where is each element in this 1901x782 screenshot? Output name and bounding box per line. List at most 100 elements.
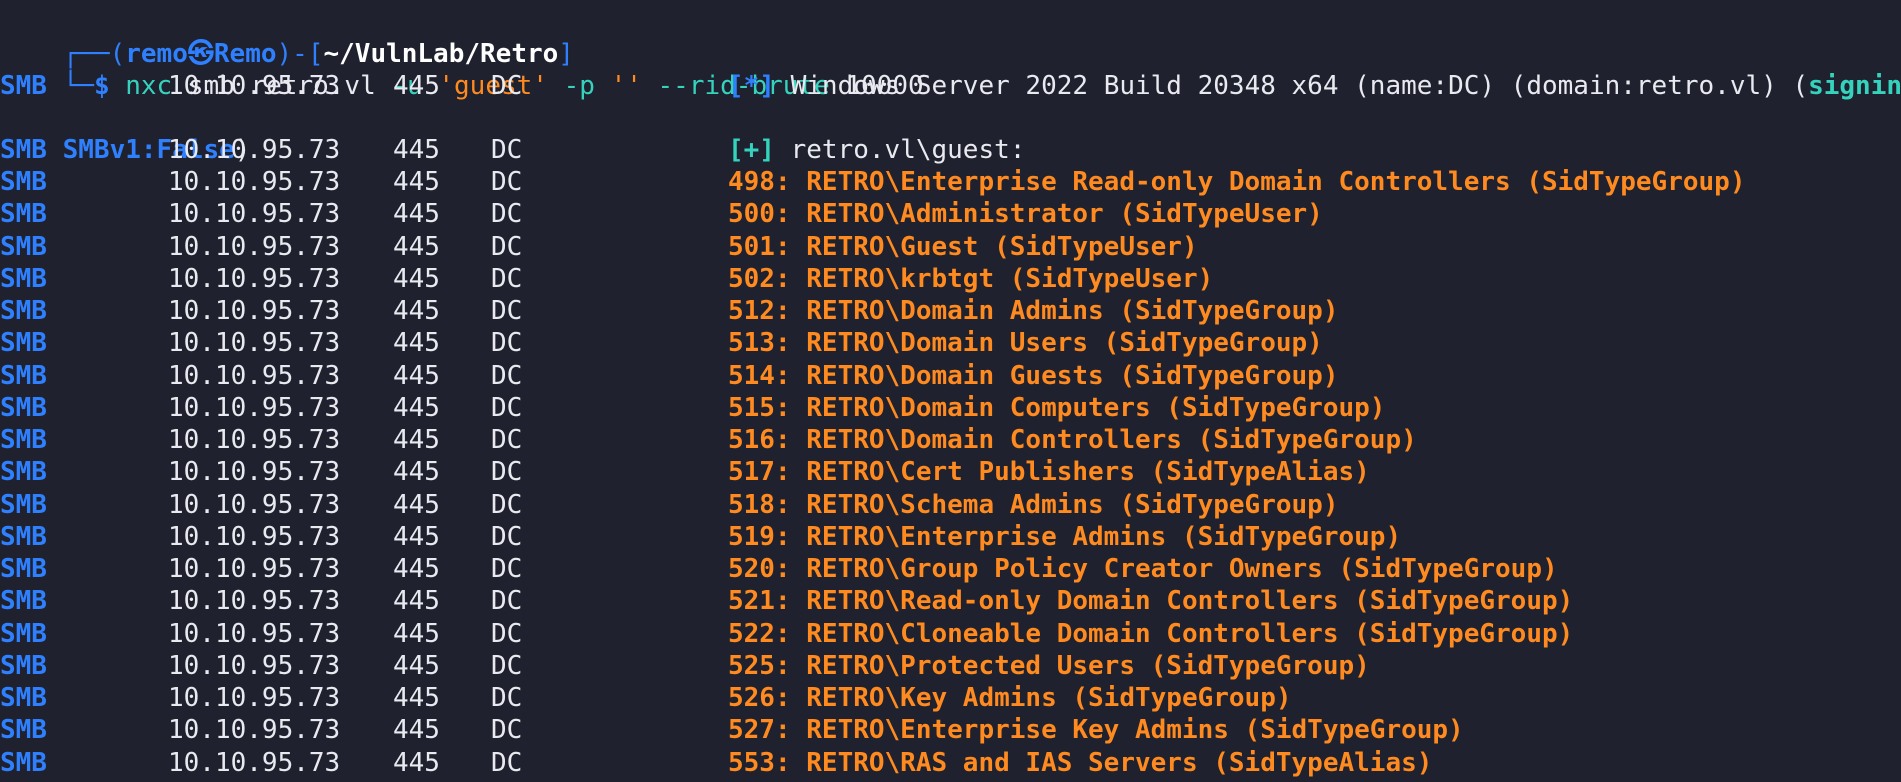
output-port: 445 [393, 425, 440, 455]
rid-row: SMB 10.10.95.73 445 DC 513: RETRO\Domain Use… [0, 327, 1901, 359]
output-port: 445 [393, 135, 440, 165]
output-host: DC [491, 521, 523, 552]
output-ip: 10.10.95.73 [168, 618, 341, 649]
output-proto: SMB [0, 328, 47, 359]
output-proto: SMB [0, 135, 47, 165]
rid-row: SMB 10.10.95.73 445 DC 527: RETRO\Enterprise… [0, 714, 1901, 746]
output-host: DC [491, 489, 523, 520]
auth-text: retro.vl\guest: [790, 135, 1026, 165]
output-host: DC [491, 296, 523, 326]
rid-entry: 515: RETRO\Domain Computers (SidTypeGrou… [728, 392, 1386, 423]
output-ip: 10.10.95.73 [168, 135, 341, 165]
prompt-line: ┌──(remo㉿Remo)-[~/VulnLab/Retro] [62, 39, 574, 69]
output-proto: SMB [0, 650, 47, 681]
output-port: 445 [393, 296, 440, 326]
output-port: 445 [393, 263, 440, 294]
output-host: DC [491, 715, 523, 746]
output-host: DC [491, 167, 523, 197]
rid-entry: 519: RETRO\Enterprise Admins (SidTypeGro… [728, 521, 1402, 552]
output-proto: SMB [0, 425, 47, 455]
output-ip: 10.10.95.73 [168, 167, 341, 197]
rid-row: SMB 10.10.95.73 445 DC 498: RETRO\Enterprise… [0, 166, 1901, 198]
output-proto: SMB [0, 71, 47, 101]
output-proto: SMB [0, 715, 47, 746]
rid-entry: 513: RETRO\Domain Users (SidTypeGroup) [728, 328, 1323, 359]
rid-row: SMB 10.10.95.73 445 DC 516: RETRO\Domain Con… [0, 424, 1901, 456]
rid-row: SMB 10.10.95.73 445 DC 514: RETRO\Domain Gue… [0, 360, 1901, 392]
auth-marker: [+] [728, 135, 775, 165]
info-marker: [*] [728, 71, 775, 101]
rid-entry: 520: RETRO\Group Policy Creator Owners (… [728, 554, 1558, 584]
output-port: 445 [393, 683, 440, 713]
output-ip: 10.10.95.73 [168, 521, 341, 552]
terminal-window[interactable]: ┌──(remo㉿Remo)-[~/VulnLab/Retro] └─$ nxc… [0, 0, 1901, 782]
output-proto: SMB [0, 360, 47, 391]
rid-entry: 521: RETRO\Read-only Domain Controllers … [728, 586, 1574, 617]
output-port: 445 [393, 457, 440, 488]
output-proto: SMB [0, 521, 47, 552]
rid-row: SMB 10.10.95.73 445 DC 518: RETRO\Schema Adm… [0, 489, 1901, 521]
output-proto: SMB [0, 554, 47, 584]
output-port: 445 [393, 618, 440, 649]
output-ip: 10.10.95.73 [168, 71, 341, 101]
output-host: DC [491, 135, 523, 165]
output-ip: 10.10.95.73 [168, 392, 341, 423]
output-ip: 10.10.95.73 [168, 296, 341, 326]
output-port: 445 [393, 554, 440, 584]
output-port: 445 [393, 167, 440, 197]
output-port: 445 [393, 71, 440, 101]
output-host: DC [491, 650, 523, 681]
rid-entry: 500: RETRO\Administrator (SidTypeUser) [728, 199, 1323, 230]
rid-row: SMB 10.10.95.73 445 DC 526: RETRO\Key Admins… [0, 682, 1901, 714]
output-auth-line: SMB 10.10.95.73 445 DC [+] retro.vl\gues… [0, 134, 1901, 166]
output-ip: 10.10.95.73 [168, 554, 341, 584]
output-port: 445 [393, 199, 440, 230]
output-port: 445 [393, 521, 440, 552]
output-host: DC [491, 71, 523, 101]
output-port: 445 [393, 489, 440, 520]
output-port: 445 [393, 328, 440, 359]
output-host: DC [491, 231, 523, 262]
rid-row: SMB 10.10.95.73 445 DC 525: RETRO\Protected … [0, 650, 1901, 682]
output-proto: SMB [0, 392, 47, 423]
output-proto: SMB [0, 457, 47, 488]
output-port: 445 [393, 715, 440, 746]
output-proto: SMB [0, 231, 47, 262]
rid-entry: 516: RETRO\Domain Controllers (SidTypeGr… [728, 425, 1417, 455]
output-port: 445 [393, 392, 440, 423]
rid-row: SMB 10.10.95.73 445 DC 519: RETRO\Enterprise… [0, 521, 1901, 553]
output-port: 445 [393, 650, 440, 681]
rid-entry: 501: RETRO\Guest (SidTypeUser) [728, 231, 1198, 262]
rid-row: SMB 10.10.95.73 445 DC 501: RETRO\Guest (Sid… [0, 231, 1901, 263]
output-ip: 10.10.95.73 [168, 715, 341, 746]
rid-entry: 526: RETRO\Key Admins (SidTypeGroup) [728, 683, 1292, 713]
output-ip: 10.10.95.73 [168, 747, 341, 778]
output-host: DC [491, 554, 523, 584]
rid-row: SMB 10.10.95.73 445 DC 521: RETRO\Read-only … [0, 585, 1901, 617]
output-ip: 10.10.95.73 [168, 489, 341, 520]
output-host: DC [491, 457, 523, 488]
output-port: 445 [393, 231, 440, 262]
rid-row: SMB 10.10.95.73 445 DC 500: RETRO\Administra… [0, 198, 1901, 230]
rid-row: SMB 10.10.95.73 445 DC 520: RETRO\Group Poli… [0, 553, 1901, 585]
output-ip: 10.10.95.73 [168, 360, 341, 391]
output-ip: 10.10.95.73 [168, 683, 341, 713]
output-host: DC [491, 425, 523, 455]
rid-entry: 522: RETRO\Cloneable Domain Controllers … [728, 618, 1574, 649]
output-ip: 10.10.95.73 [168, 263, 341, 294]
rid-entry: 498: RETRO\Enterprise Read-only Domain C… [728, 167, 1746, 197]
output-host: DC [491, 683, 523, 713]
output-port: 445 [393, 747, 440, 778]
output-host: DC [491, 328, 523, 359]
rid-entry: 525: RETRO\Protected Users (SidTypeGroup… [728, 650, 1370, 681]
rid-entry: 518: RETRO\Schema Admins (SidTypeGroup) [728, 489, 1339, 520]
output-proto: SMB [0, 747, 47, 778]
output-host: DC [491, 586, 523, 617]
rid-entry: 512: RETRO\Domain Admins (SidTypeGroup) [728, 296, 1339, 326]
rid-row: SMB 10.10.95.73 445 DC 553: RETRO\RAS and IA… [0, 747, 1901, 779]
output-info-wrap: SMBv1:False) [0, 102, 251, 165]
info-text: Windows Server 2022 Build 20348 x64 (nam… [790, 71, 1809, 101]
rid-row: SMB 10.10.95.73 445 DC 517: RETRO\Cert Publi… [0, 456, 1901, 488]
output-ip: 10.10.95.73 [168, 457, 341, 488]
output-proto: SMB [0, 167, 47, 197]
